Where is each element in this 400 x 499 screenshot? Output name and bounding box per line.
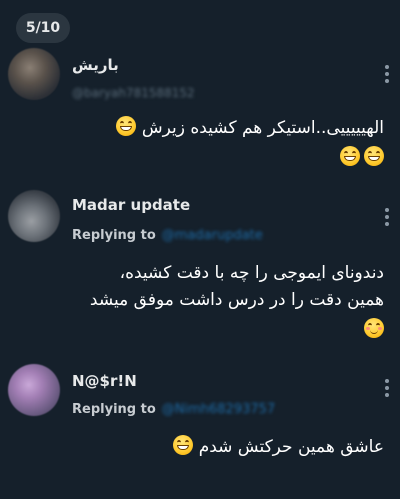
grinning-emoji: [116, 116, 137, 136]
reply-tweet[interactable]: Madar update Replying to @madarupdate دند…: [0, 190, 400, 350]
reply-tweet[interactable]: باریش @baryah781588152 الهیییییی..استیکر…: [0, 48, 400, 178]
replying-to-handle[interactable]: @madarupdate: [162, 228, 263, 243]
emoji-line: [364, 318, 384, 338]
grinning-emoji: [364, 146, 384, 166]
replying-to-handle[interactable]: @Nimh68293757: [162, 402, 275, 417]
avatar[interactable]: [8, 190, 60, 242]
replying-to: Replying to @madarupdate: [72, 228, 263, 243]
reply-text: الهیییییی..استیکر هم کشیده زیرش: [70, 115, 384, 142]
avatar[interactable]: [8, 48, 60, 100]
replying-to-label: Replying to: [72, 402, 156, 417]
replying-to: Replying to @Nimh68293757: [72, 402, 275, 417]
more-options-icon[interactable]: [384, 65, 390, 83]
display-name[interactable]: باریش: [72, 56, 119, 74]
grinning-emoji: [340, 146, 360, 166]
smiling-blush-emoji: [364, 318, 384, 338]
more-options-icon[interactable]: [384, 208, 390, 226]
user-handle[interactable]: @baryah781588152: [72, 86, 195, 100]
reply-text-line: همین دقت را در درس داشت موفق میشد: [89, 290, 384, 310]
emoji-line: [340, 146, 384, 166]
image-counter: 5/10: [16, 13, 70, 43]
display-name[interactable]: Madar update: [72, 196, 190, 214]
reply-tweet[interactable]: N@$r!N Replying to @Nimh68293757 عاشق همی…: [0, 364, 400, 484]
reply-text: دندونای ایموجی را چه با دقت کشیده، همین …: [70, 260, 384, 314]
grinning-emoji: [173, 435, 194, 455]
more-options-icon[interactable]: [384, 379, 390, 397]
avatar[interactable]: [8, 364, 60, 416]
reply-text-line: دندونای ایموجی را چه با دقت کشیده،: [119, 263, 384, 283]
reply-text: عاشق همین حرکتش شدم: [70, 434, 384, 461]
display-name[interactable]: N@$r!N: [72, 372, 137, 390]
replying-to-label: Replying to: [72, 228, 156, 243]
